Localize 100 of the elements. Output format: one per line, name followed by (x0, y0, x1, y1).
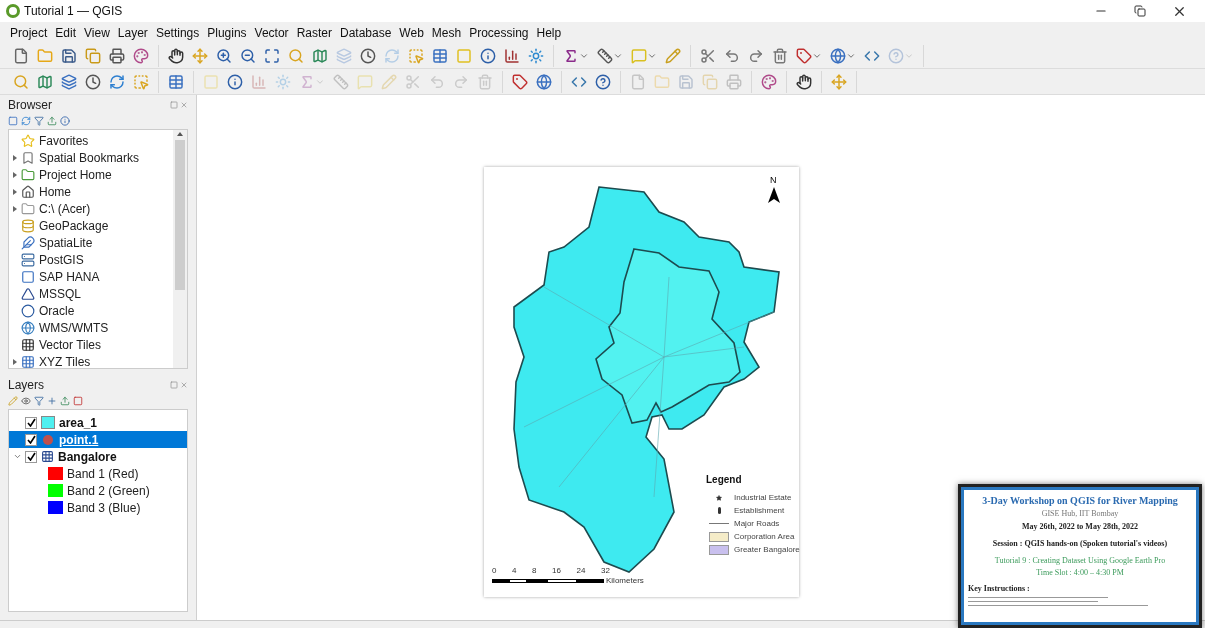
app-logo-icon (6, 4, 20, 18)
menu-item[interactable]: Project (10, 23, 48, 42)
layer-checkbox[interactable] (25, 416, 37, 429)
copy-icon (702, 73, 718, 90)
menu-item[interactable]: Vector (254, 23, 289, 42)
menu-item[interactable]: Processing (469, 23, 529, 42)
filter-icon[interactable] (34, 396, 44, 406)
grid-icon (21, 337, 35, 352)
selection-icon (133, 73, 149, 90)
browser-item[interactable]: MSSQL (39, 284, 81, 303)
menu-item[interactable]: Raster (296, 23, 332, 42)
info-icon[interactable] (60, 116, 70, 126)
browser-item[interactable]: Vector Tiles (39, 335, 102, 354)
browser-item[interactable]: WMS/WMTS (39, 318, 109, 337)
printer-icon (726, 73, 742, 90)
browser-item[interactable]: Project Home (39, 165, 112, 184)
legend-title: Legend (706, 473, 743, 487)
grid-icon (21, 354, 35, 368)
house-icon (21, 184, 35, 199)
north-label: N (770, 175, 777, 185)
redo-icon (453, 73, 469, 90)
expand-arrow-icon[interactable] (13, 188, 17, 195)
scale-tick-label: 8 (532, 567, 537, 575)
menu-item[interactable]: Settings (155, 23, 200, 42)
star-icon (21, 133, 35, 148)
hand-icon (796, 73, 812, 90)
copy-icon (85, 47, 101, 64)
database-icon (21, 218, 35, 233)
scale-tick-label: 16 (552, 567, 561, 575)
restore-icon[interactable] (1134, 5, 1146, 17)
scale-tick-label: 24 (576, 567, 586, 575)
scale-tick-label: 32 (601, 567, 610, 575)
layer-row[interactable]: area_1 (9, 414, 187, 431)
slide-title: 3-Day Workshop on QGIS for River Mapping (982, 494, 1178, 508)
magnifier-icon (13, 73, 29, 90)
tag-icon (512, 73, 528, 90)
menu-item[interactable]: Mesh (431, 23, 462, 42)
browser-item[interactable]: Oracle (39, 301, 75, 320)
browser-item[interactable]: Favorites (39, 131, 89, 150)
eye-icon[interactable] (21, 396, 31, 406)
ruler-icon (597, 47, 613, 64)
move-icon (831, 73, 847, 90)
palette-icon (133, 47, 149, 64)
browser-item[interactable]: Spatial Bookmarks (39, 148, 140, 167)
globe-icon (830, 47, 846, 64)
file-icon (13, 47, 29, 64)
redo-icon (748, 47, 764, 64)
sigma-icon (563, 47, 579, 64)
ruler-icon (333, 73, 349, 90)
add-icon[interactable] (47, 396, 57, 406)
browser-item[interactable]: PostGIS (39, 250, 84, 269)
slide-time: Time Slot : 4:00 – 4:30 PM (1036, 567, 1124, 579)
browser-item[interactable]: SpatiaLite (39, 233, 93, 252)
float-icon[interactable] (170, 381, 178, 389)
menu-item[interactable]: Plugins (207, 23, 247, 42)
menu-item[interactable]: Web (399, 23, 424, 42)
layer-name: Bangalore (58, 448, 117, 466)
menu-item[interactable]: Layer (117, 23, 148, 42)
sigma-icon (299, 73, 315, 90)
table-icon (168, 73, 184, 90)
browser-item[interactable]: XYZ Tiles (39, 352, 91, 368)
expand-arrow-icon[interactable] (13, 154, 17, 161)
file-icon (630, 73, 646, 90)
menu-item[interactable]: View (84, 23, 110, 42)
speech-bubble-icon (631, 47, 647, 64)
slide-tutorial: Tutorial 9 : Creating Dataset Using Google Earth Pro (994, 555, 1166, 567)
table-icon (432, 47, 448, 64)
folder-icon (654, 73, 670, 90)
help-icon (888, 47, 904, 64)
legend-label: Establishment (734, 504, 785, 517)
browser-item[interactable]: GeoPackage (39, 216, 109, 235)
layer-checkbox[interactable] (25, 450, 37, 463)
square-icon (21, 269, 35, 284)
folder-icon (21, 167, 35, 182)
save-icon (678, 73, 694, 90)
move-icon (192, 47, 208, 64)
expand-arrow-icon[interactable] (13, 171, 17, 178)
menu-item[interactable]: Database (339, 23, 392, 42)
browser-item[interactable]: SAP HANA (39, 267, 100, 286)
pencil-icon (381, 73, 397, 90)
filter-icon[interactable] (34, 116, 44, 126)
browser-item[interactable]: C:\ (Acer) (39, 199, 91, 218)
layer-row[interactable]: Bangalore (9, 448, 187, 465)
refresh-icon[interactable] (21, 116, 31, 126)
expand-arrow-icon[interactable] (13, 205, 17, 212)
refresh-icon (384, 47, 400, 64)
browser-item[interactable]: Home (39, 182, 71, 201)
menu-item[interactable]: Help (536, 23, 562, 42)
float-icon[interactable] (170, 101, 178, 109)
scrollbar[interactable] (173, 130, 187, 368)
chart-icon (251, 73, 267, 90)
expand-arrow-icon[interactable] (13, 358, 17, 365)
layer-checkbox[interactable] (25, 433, 37, 446)
legend-label: Greater Bangalore (734, 543, 800, 556)
raster-icon (41, 450, 54, 463)
legend-label: Major Roads (734, 517, 780, 530)
menu-item[interactable]: Edit (55, 23, 77, 42)
layer-row[interactable]: point.1 (9, 431, 187, 448)
tag-icon (796, 47, 812, 64)
magnifier-icon (288, 47, 304, 64)
